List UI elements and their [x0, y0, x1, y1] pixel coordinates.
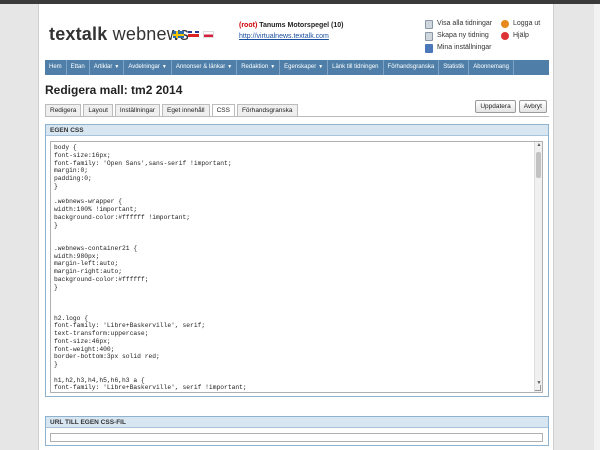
nav-item-avdelningar[interactable]: Avdelningar ▼: [124, 60, 172, 75]
my-settings-label: Mina inställningar: [437, 44, 492, 51]
page-scrollbar[interactable]: [594, 4, 600, 450]
custom-css-heading: EGEN CSS: [46, 125, 548, 136]
site-url-link[interactable]: http://virtualnews.textalk.com: [239, 33, 329, 40]
nav-item-annonser-länkar[interactable]: Annonser & länkar ▼: [172, 60, 238, 75]
nav-item-label: Egenskaper: [284, 64, 317, 70]
view-all-label: Visa alla tidningar: [437, 20, 493, 27]
nav-item-hem[interactable]: Hem: [45, 60, 67, 75]
logout-link[interactable]: Logga ut: [501, 18, 540, 30]
tab-inställningar[interactable]: Inställningar: [114, 104, 160, 116]
main-nav: Hem Ettan Artiklar ▼ Avdelningar ▼ Annonser & …: [45, 60, 549, 75]
page-title: Redigera mall: tm2 2014: [45, 83, 183, 97]
nav-item-label: Förhandsgranska: [387, 64, 435, 70]
chevron-down-icon: ▼: [270, 64, 276, 70]
tab-divider: [45, 116, 549, 117]
resize-grip-icon[interactable]: [535, 385, 541, 391]
css-editor[interactable]: body { font-size:16px; font-family: 'Ope…: [50, 141, 543, 393]
chevron-down-icon: ▼: [161, 64, 167, 70]
user-icon: [425, 43, 433, 53]
css-code[interactable]: body { font-size:16px; font-family: 'Ope…: [51, 142, 542, 392]
textalk-webnews-logo[interactable]: textalk webnews: [49, 24, 189, 45]
nav-item-label: Avdelningar: [128, 64, 160, 70]
tab-css[interactable]: CSS: [211, 104, 235, 116]
nav-item-label: Abonnemang: [473, 64, 509, 70]
site-name: Tanums Motorspegel (10): [259, 22, 344, 29]
nav-item-label: Hem: [49, 64, 62, 70]
page-container: textalk webnews (root) Tanums Motorspege…: [38, 4, 554, 450]
action-buttons: Uppdatera Avbryt: [475, 100, 547, 113]
document-icon: [425, 31, 433, 41]
account-links: Logga ut Hjälp: [501, 18, 540, 42]
custom-css-panel: EGEN CSS body { font-size:16px; font-fam…: [45, 124, 549, 397]
root-label: (root): [239, 22, 258, 29]
nav-item-label: Statistik: [443, 64, 465, 70]
tab-layout[interactable]: Layout: [83, 104, 113, 116]
create-new-label: Skapa ny tidning: [437, 32, 489, 39]
scroll-up-icon[interactable]: ▲: [535, 142, 542, 148]
language-flags: [173, 31, 214, 38]
logout-label: Logga ut: [513, 20, 541, 27]
nav-item-ettan[interactable]: Ettan: [67, 60, 90, 75]
nav-item-label: Annonser & länkar: [175, 64, 226, 70]
english-flag-icon[interactable]: [188, 31, 199, 38]
document-icon: [425, 19, 433, 29]
chevron-down-icon: ▼: [114, 64, 120, 70]
create-new-link[interactable]: Skapa ny tidning: [425, 30, 492, 42]
chevron-down-icon: ▼: [227, 64, 233, 70]
tab-bar: Redigera Layout Inställningar Eget innehåll…: [45, 104, 300, 116]
view-all-link[interactable]: Visa alla tidningar: [425, 18, 492, 30]
polish-flag-icon[interactable]: [203, 31, 214, 38]
nav-item-label: Artiklar: [93, 64, 113, 70]
nav-item-redaktion[interactable]: Redaktion ▼: [237, 60, 281, 75]
nav-item-abonnemang[interactable]: Abonnemang: [469, 60, 514, 75]
power-icon: [501, 20, 509, 28]
site-info: (root) Tanums Motorspegel (10) http://vi…: [239, 20, 344, 42]
nav-item-label: Ettan: [70, 64, 85, 70]
update-button[interactable]: Uppdatera: [475, 100, 516, 113]
help-link[interactable]: Hjälp: [501, 30, 540, 42]
cancel-button[interactable]: Avbryt: [518, 100, 547, 113]
nav-item-länk-till-tidningen[interactable]: Länk till tidningen: [328, 60, 384, 75]
tab-redigera[interactable]: Redigera: [45, 104, 82, 116]
help-icon: [501, 32, 509, 40]
nav-item-label: Länk till tidningen: [332, 64, 379, 70]
tab-eget-innehåll[interactable]: Eget innehåll: [161, 104, 210, 116]
header-links: Visa alla tidningar Skapa ny tidning Min…: [425, 18, 492, 54]
editor-scrollbar[interactable]: ▲ ▼: [534, 142, 542, 392]
help-label: Hjälp: [513, 32, 529, 39]
nav-item-label: Redaktion: [241, 64, 269, 70]
scroll-thumb[interactable]: [536, 152, 541, 178]
nav-item-egenskaper[interactable]: Egenskaper ▼: [280, 60, 329, 75]
css-file-url-panel: URL TILL EGEN CSS-FIL: [45, 416, 549, 446]
tab-förhandsgranska[interactable]: Förhandsgranska: [236, 104, 298, 116]
my-settings-link[interactable]: Mina inställningar: [425, 42, 492, 54]
css-file-url-heading: URL TILL EGEN CSS-FIL: [46, 417, 548, 428]
logo-text-bold: texta: [49, 24, 93, 44]
logo-text-mid: lk: [92, 24, 108, 44]
chevron-down-icon: ▼: [318, 64, 324, 70]
nav-item-förhandsgranska[interactable]: Förhandsgranska: [384, 60, 440, 75]
nav-item-artiklar[interactable]: Artiklar ▼: [90, 60, 125, 75]
nav-item-statistik[interactable]: Statistik: [439, 60, 470, 75]
css-file-url-input[interactable]: [50, 433, 543, 442]
swedish-flag-icon[interactable]: [173, 31, 184, 38]
